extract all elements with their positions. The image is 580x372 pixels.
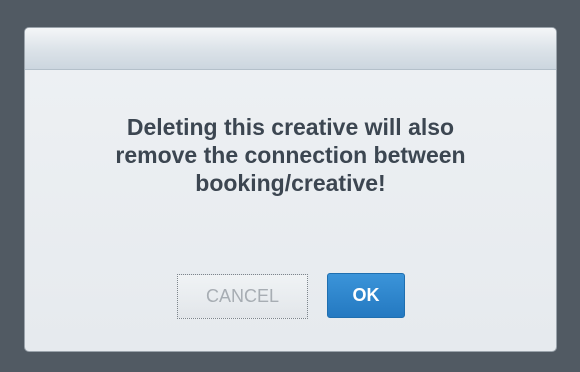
dialog-message: Deleting this creative will also remove … (45, 113, 536, 197)
dialog-message-line-3: booking/creative! (195, 170, 386, 196)
confirm-delete-dialog: Deleting this creative will also remove … (24, 27, 557, 352)
cancel-button[interactable]: CANCEL (177, 274, 308, 319)
ok-button[interactable]: OK (327, 273, 405, 318)
cancel-button-label: CANCEL (205, 286, 280, 306)
dialog-message-line-2: remove the connection between (115, 142, 466, 168)
dialog-message-line-1: Deleting this creative will also (126, 114, 455, 140)
dialog-header (25, 28, 556, 70)
ok-button-label: OK (352, 285, 380, 305)
